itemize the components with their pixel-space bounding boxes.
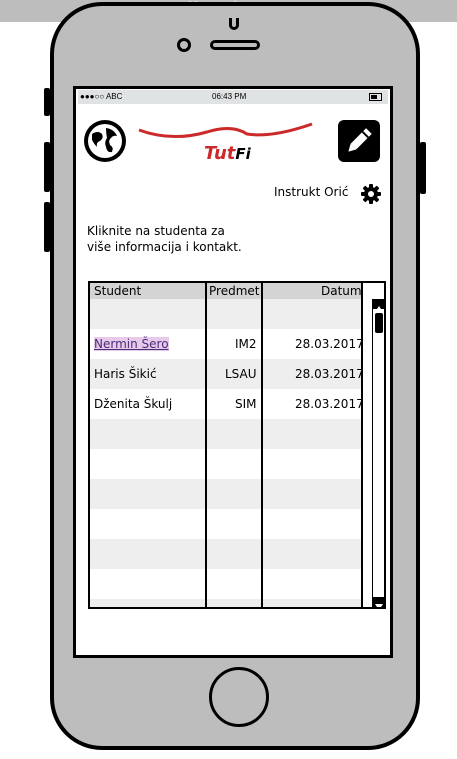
status-bar: ●●●○○ ABC 06:43 PM xyxy=(78,90,388,104)
column-divider xyxy=(261,283,263,607)
header-subject: Predmet xyxy=(209,284,260,298)
subject-cell: LSAU xyxy=(225,367,257,381)
info-line-2: više informacija i kontakt. xyxy=(87,240,242,254)
power-button xyxy=(420,142,426,194)
logo-main: Tut xyxy=(204,143,236,164)
student-cell: Dženita Škulj xyxy=(94,397,173,411)
header-date: Datum xyxy=(321,284,362,298)
scroll-thumb[interactable] xyxy=(375,313,383,333)
subject-cell: SIM xyxy=(235,397,257,411)
header-student: Student xyxy=(94,284,142,298)
volume-down-button xyxy=(44,202,50,252)
camera-icon xyxy=(177,38,191,52)
info-text: Kliknite na studenta za više informacija… xyxy=(87,223,287,255)
status-time: 06:43 PM xyxy=(212,92,247,101)
gear-icon[interactable] xyxy=(360,183,382,205)
student-cell: Haris Šikić xyxy=(94,367,157,381)
table-row[interactable]: Nermin Šero IM2 28.03.2017 xyxy=(90,329,364,359)
table-row[interactable]: Dženita Škulj SIM 28.03.2017 xyxy=(90,389,364,419)
table-row-empty xyxy=(90,449,362,479)
date-cell: 28.03.2017 xyxy=(295,367,364,381)
edit-button[interactable] xyxy=(338,120,380,162)
date-cell: 28.03.2017 xyxy=(295,337,364,351)
mute-switch xyxy=(44,88,50,116)
pencil-icon xyxy=(348,128,372,152)
table-row[interactable]: Haris Šikić LSAU 28.03.2017 xyxy=(90,359,364,389)
students-table: Student Predmet Datum Nermin Šero IM2 28… xyxy=(88,281,386,609)
column-divider xyxy=(205,283,207,607)
info-line-1: Kliknite na studenta za xyxy=(87,224,225,238)
column-divider xyxy=(361,283,363,607)
speaker-grille xyxy=(210,40,260,50)
table-row-empty xyxy=(90,569,362,599)
scroll-up-arrow-icon[interactable] xyxy=(373,299,384,312)
table-header: Student Predmet Datum xyxy=(90,283,362,299)
table-row-empty xyxy=(90,539,362,569)
table-row-empty xyxy=(90,419,362,449)
table-row-empty xyxy=(90,299,362,329)
date-cell: 28.03.2017 xyxy=(295,397,364,411)
home-button[interactable] xyxy=(209,667,269,727)
student-link[interactable]: Nermin Šero xyxy=(94,337,169,351)
table-scrollbar[interactable] xyxy=(372,299,384,607)
logo-fi: Fi xyxy=(235,145,251,163)
globe-icon[interactable] xyxy=(84,120,126,162)
carrier-signal: ●●●○○ ABC xyxy=(80,92,123,101)
volume-up-button xyxy=(44,142,50,192)
app-logo: TutFi xyxy=(204,143,251,164)
subject-cell: IM2 xyxy=(235,337,257,351)
user-name-label: Instrukt Orić xyxy=(274,185,349,199)
table-row-empty xyxy=(90,509,362,539)
front-camera-icon xyxy=(229,18,239,30)
table-row-empty xyxy=(90,479,362,509)
table-row-empty xyxy=(90,599,362,607)
battery-icon xyxy=(369,93,382,101)
logo-swoosh xyxy=(138,122,313,139)
scroll-down-arrow-icon[interactable] xyxy=(373,597,384,607)
